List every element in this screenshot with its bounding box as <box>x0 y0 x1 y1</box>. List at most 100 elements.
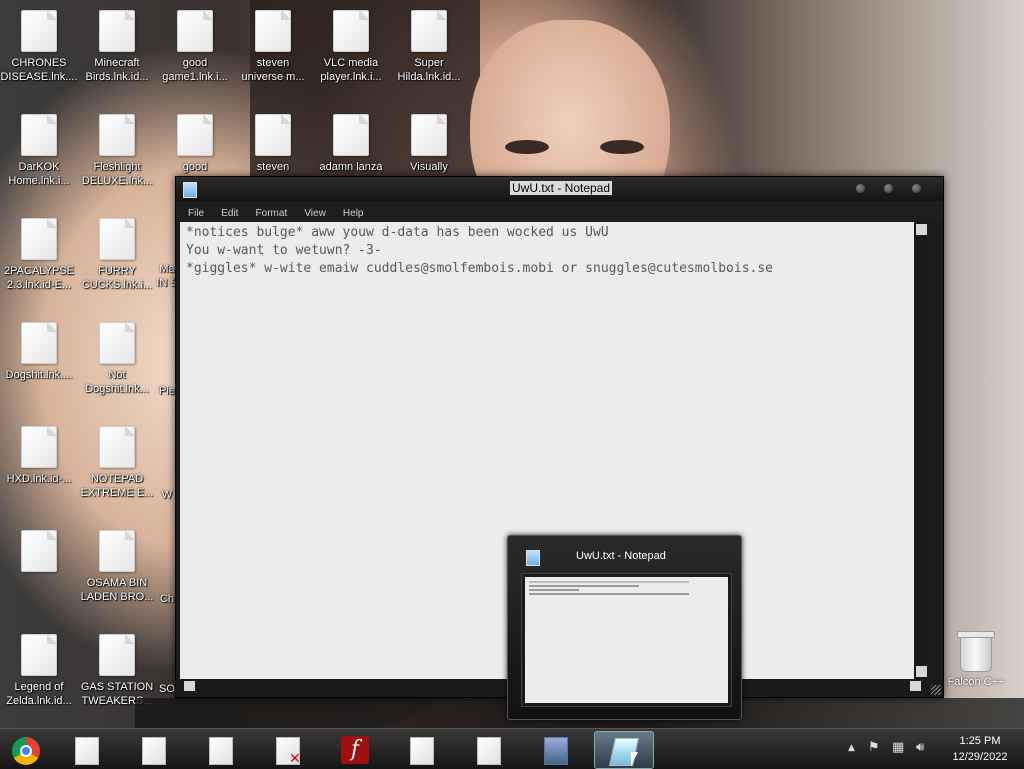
document-icon <box>477 737 501 765</box>
desktop-icon[interactable]: Dogshit.lnk.... <box>0 314 78 414</box>
minimize-button[interactable] <box>856 184 865 193</box>
file-icon <box>177 10 213 52</box>
recycle-bin-icon <box>957 631 995 672</box>
file-icon <box>99 530 135 572</box>
desktop-icon[interactable]: Super Hilda.lnk.id... <box>390 2 468 102</box>
recycle-bin-label: Falcon C++ <box>947 676 1005 688</box>
volume-icon[interactable]: 🔊︎ <box>916 740 924 755</box>
clock[interactable]: 1:25 PM 12/29/2022 <box>940 733 1020 765</box>
thumbnail-line <box>529 585 639 587</box>
desktop-icon-label: Dogshit.lnk.... <box>5 369 73 381</box>
window-title: UwU.txt - Notepad <box>510 181 613 195</box>
file-icon <box>411 114 447 156</box>
file-icon <box>21 114 57 156</box>
desktop-icon[interactable]: Legend of Zelda.lnk.id... <box>0 626 78 726</box>
file-icon <box>21 530 57 572</box>
menu-view[interactable]: View <box>304 208 326 219</box>
taskbar-document-button[interactable] <box>192 731 250 767</box>
thumbnail-line <box>529 589 579 591</box>
taskbar-document-button[interactable] <box>58 731 116 767</box>
scroll-right-arrow-icon[interactable] <box>910 681 921 691</box>
desktop-icon-label: Super Hilda.lnk.id... <box>397 57 461 83</box>
desktop-icon-label: DarKOK Home.lnk.i... <box>8 161 70 187</box>
taskbar-flash-player-button[interactable]: f <box>326 731 384 767</box>
file-icon <box>99 634 135 676</box>
desktop-icon-label: Visually <box>410 161 448 173</box>
desktop-icon[interactable]: 2PACALYPSE 2.3.lnk.id-E... <box>0 210 78 310</box>
file-icon <box>333 10 369 52</box>
error-x-icon: ✕ <box>289 751 301 767</box>
desktop-icon-label: good game1.lnk.i... <box>162 57 228 83</box>
scroll-down-arrow-icon[interactable] <box>916 666 927 677</box>
chrome-icon <box>12 737 40 765</box>
desktop-icon[interactable]: HXD.lnk.id-... <box>0 418 78 518</box>
mouse-cursor-icon <box>631 752 638 766</box>
desktop-icon[interactable]: FURRY CUCKS.lnk.i... <box>78 210 156 310</box>
installer-icon <box>544 737 568 765</box>
desktop-icon[interactable]: Not Dogshit.lnk... <box>78 314 156 414</box>
file-icon <box>21 634 57 676</box>
desktop-icon-label: Not Dogshit.lnk... <box>85 369 149 395</box>
recycle-bin[interactable]: Falcon C++ <box>944 630 1008 702</box>
menu-edit[interactable]: Edit <box>221 208 238 219</box>
preview-thumbnail[interactable] <box>521 573 732 707</box>
desktop-icon[interactable]: Fleshlight DELUXE.lnk... <box>78 106 156 206</box>
file-icon <box>255 114 291 156</box>
window-titlebar[interactable]: UwU.txt - Notepad <box>176 177 943 201</box>
action-center-flag-icon[interactable]: ⚑ <box>868 740 880 755</box>
menu-help[interactable]: Help <box>343 208 364 219</box>
desktop-icon[interactable]: NOTEPAD EXTREME E... <box>78 418 156 518</box>
desktop-icon[interactable]: DarKOK Home.lnk.i... <box>0 106 78 206</box>
file-icon <box>99 10 135 52</box>
desktop-icon[interactable] <box>0 522 78 622</box>
file-icon <box>255 10 291 52</box>
notepad-icon <box>183 182 197 198</box>
desktop-icon-label: 2PACALYPSE 2.3.lnk.id-E... <box>4 265 74 291</box>
scroll-up-arrow-icon[interactable] <box>916 224 927 235</box>
file-icon <box>21 322 57 364</box>
notepad-icon <box>526 550 540 566</box>
desktop-icon-label: NOTEPAD EXTREME E... <box>80 473 154 499</box>
taskbar-document-error-button[interactable]: ✕ <box>259 731 317 767</box>
file-icon <box>333 114 369 156</box>
taskbar-notepad-button[interactable] <box>594 731 654 769</box>
desktop-icon[interactable]: OSAMA BIN LADEN BRO... <box>78 522 156 622</box>
desktop-icon[interactable]: good game1.lnk.i... <box>156 2 234 102</box>
desktop-icon[interactable]: CHRONES DISEASE.lnk.... <box>0 2 78 102</box>
wallpaper-eye <box>505 140 549 154</box>
vertical-scrollbar[interactable] <box>914 222 929 679</box>
file-icon <box>21 10 57 52</box>
show-hidden-icons-icon[interactable]: ▲ <box>848 743 855 753</box>
taskbar-thumbnail-preview[interactable]: UwU.txt - Notepad <box>507 535 742 720</box>
scroll-left-arrow-icon[interactable] <box>184 681 195 691</box>
menu-file[interactable]: File <box>188 208 204 219</box>
taskbar-chrome-button[interactable] <box>0 731 58 767</box>
document-icon <box>75 737 99 765</box>
close-button[interactable] <box>912 184 921 193</box>
menu-format[interactable]: Format <box>256 208 288 219</box>
desktop-icon-label: FURRY CUCKS.lnk.i... <box>81 265 153 291</box>
desktop-icon-label: Fleshlight DELUXE.lnk... <box>81 161 153 187</box>
desktop-icon-label: adamn lanza <box>319 161 383 173</box>
flash-player-icon: f <box>341 736 369 764</box>
desktop-icon-label: HXD.lnk.id-... <box>6 473 72 485</box>
clock-time: 1:25 PM <box>959 735 1001 747</box>
file-icon <box>177 114 213 156</box>
desktop-icon-label: steven universe m... <box>241 57 305 83</box>
network-icon[interactable]: ▦ <box>892 740 904 755</box>
desktop-icon[interactable]: VLC media player.lnk.i... <box>312 2 390 102</box>
taskbar-document-button[interactable] <box>460 731 518 767</box>
clock-date: 12/29/2022 <box>952 751 1008 763</box>
document-icon <box>410 737 434 765</box>
taskbar-installer-button[interactable] <box>527 731 585 767</box>
resize-grip-icon[interactable] <box>931 685 941 695</box>
taskbar-document-button[interactable] <box>125 731 183 767</box>
maximize-button[interactable] <box>884 184 893 193</box>
file-icon <box>99 322 135 364</box>
desktop-icon-label: Minecraft Birds.lnk.id... <box>85 57 149 83</box>
file-icon <box>99 218 135 260</box>
desktop-icon[interactable]: Minecraft Birds.lnk.id... <box>78 2 156 102</box>
taskbar-document-button[interactable] <box>393 731 451 767</box>
desktop-icon-label: OSAMA BIN LADEN BRO... <box>80 577 154 603</box>
desktop-icon[interactable]: steven universe m... <box>234 2 312 102</box>
